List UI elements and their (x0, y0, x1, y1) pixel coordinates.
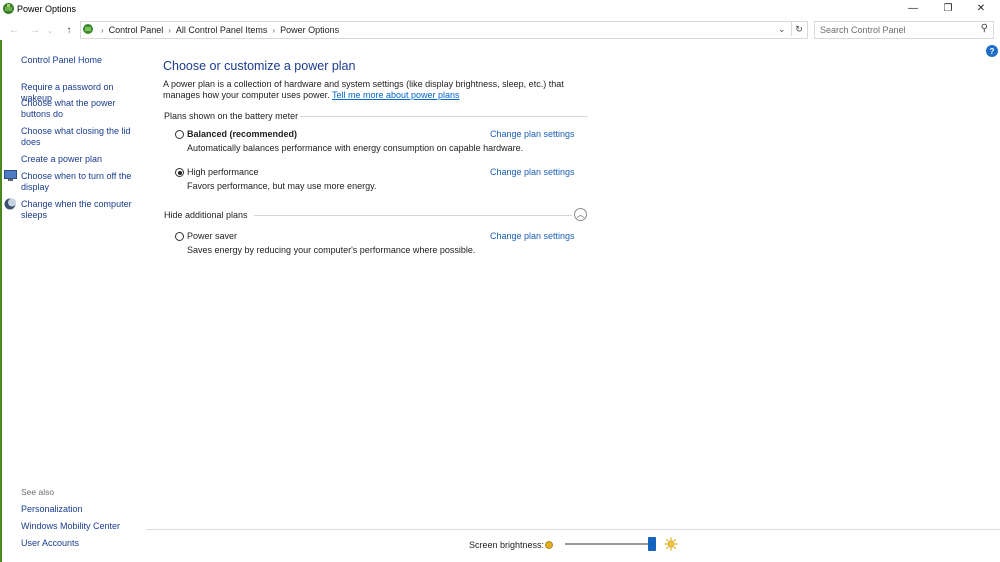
high-performance-plan-radio[interactable] (175, 168, 184, 177)
restore-icon: ❐ (943, 2, 953, 14)
power-saver-plan-radio[interactable] (175, 232, 184, 241)
battery-meter-section-label: Plans shown on the battery meter (164, 111, 299, 121)
breadcrumb-separator-icon: › (168, 25, 171, 35)
search-input[interactable] (820, 24, 970, 36)
breadcrumb: › Control Panel › All Control Panel Item… (96, 25, 339, 35)
see-also-heading: See also (21, 487, 55, 497)
window-left-edge (0, 40, 2, 562)
up-button[interactable]: ↑ (62, 23, 76, 37)
balanced-plan-description: Automatically balances performance with … (187, 143, 524, 153)
sidebar-item-power-buttons[interactable]: Choose what the power buttons do (21, 98, 131, 120)
chevron-down-icon: ⌄ (47, 28, 53, 35)
bottom-divider (146, 529, 1000, 530)
section-divider (300, 116, 588, 117)
intro-text: A power plan is a collection of hardware… (163, 79, 603, 101)
search-box[interactable]: ⚲ (814, 21, 994, 39)
sidebar-item-turn-off-display[interactable]: Choose when to turn off the display (21, 171, 139, 193)
sidebar-control-panel-home[interactable]: Control Panel Home (21, 55, 141, 66)
sidebar-item-create-plan[interactable]: Create a power plan (21, 154, 141, 165)
close-icon: ✕ (976, 2, 986, 14)
power-saver-plan-name[interactable]: Power saver (187, 231, 237, 241)
close-button[interactable]: ✕ (965, 0, 997, 16)
screen-brightness-label: Screen brightness: (469, 540, 545, 550)
address-dropdown-button[interactable]: ⌄ (778, 24, 786, 35)
minimize-button[interactable]: — (897, 0, 929, 16)
brightness-slider-fill (565, 543, 652, 545)
chevron-down-icon: ⌄ (778, 24, 786, 34)
breadcrumb-power-options[interactable]: Power Options (280, 25, 339, 35)
forward-button[interactable]: → (28, 23, 42, 37)
forward-arrow-icon: → (30, 24, 40, 36)
help-icon[interactable]: ? (986, 45, 998, 57)
breadcrumb-separator-icon: › (272, 25, 276, 35)
tell-me-more-link[interactable]: Tell me more about power plans (332, 90, 460, 100)
back-arrow-icon: ← (9, 24, 19, 36)
sidebar-item-closing-lid[interactable]: Choose what closing the lid does (21, 126, 133, 148)
chevron-up-icon: ︿ (576, 210, 585, 219)
see-also-mobility-center[interactable]: Windows Mobility Center (21, 521, 141, 532)
high-performance-plan-name[interactable]: High performance (187, 167, 259, 177)
control-panel-icon (82, 23, 94, 35)
see-also-user-accounts[interactable]: User Accounts (21, 538, 141, 549)
balanced-change-plan-link[interactable]: Change plan settings (490, 129, 575, 139)
balanced-plan-name[interactable]: Balanced (recommended) (187, 129, 297, 139)
see-also-personalization[interactable]: Personalization (21, 504, 141, 515)
balanced-plan-radio[interactable] (175, 130, 184, 139)
refresh-button[interactable]: ↻ (791, 22, 806, 36)
brightness-slider-thumb[interactable] (648, 537, 656, 551)
high-performance-change-plan-link[interactable]: Change plan settings (490, 167, 575, 177)
dim-sun-icon (544, 540, 554, 550)
section-divider (254, 215, 572, 216)
sleep-moon-icon (4, 198, 16, 210)
search-icon[interactable]: ⚲ (981, 23, 988, 34)
collapse-plans-button[interactable]: ︿ (574, 208, 587, 221)
bright-sun-icon (664, 537, 678, 551)
up-arrow-icon: ↑ (66, 24, 72, 36)
power-saver-plan-description: Saves energy by reducing your computer's… (187, 245, 476, 255)
window-title: Power Options (17, 4, 77, 14)
monitor-icon (4, 170, 17, 181)
breadcrumb-separator-icon: › (101, 25, 104, 35)
power-options-app-icon (2, 2, 15, 15)
sidebar-item-computer-sleeps[interactable]: Change when the computer sleeps (21, 199, 139, 221)
page-title: Choose or customize a power plan (163, 59, 356, 73)
title-bar (0, 0, 1000, 18)
maximize-button[interactable]: ❐ (932, 0, 964, 16)
breadcrumb-all-items[interactable]: All Control Panel Items (176, 25, 268, 35)
power-saver-change-plan-link[interactable]: Change plan settings (490, 231, 575, 241)
breadcrumb-control-panel[interactable]: Control Panel (109, 25, 164, 35)
minimize-icon: — (908, 2, 918, 14)
refresh-icon: ↻ (795, 23, 803, 34)
back-button[interactable]: ← (7, 23, 21, 37)
high-performance-plan-description: Favors performance, but may use more ene… (187, 181, 377, 191)
hide-additional-plans-label[interactable]: Hide additional plans (164, 210, 248, 220)
recent-locations-button[interactable]: ⌄ (45, 24, 55, 38)
